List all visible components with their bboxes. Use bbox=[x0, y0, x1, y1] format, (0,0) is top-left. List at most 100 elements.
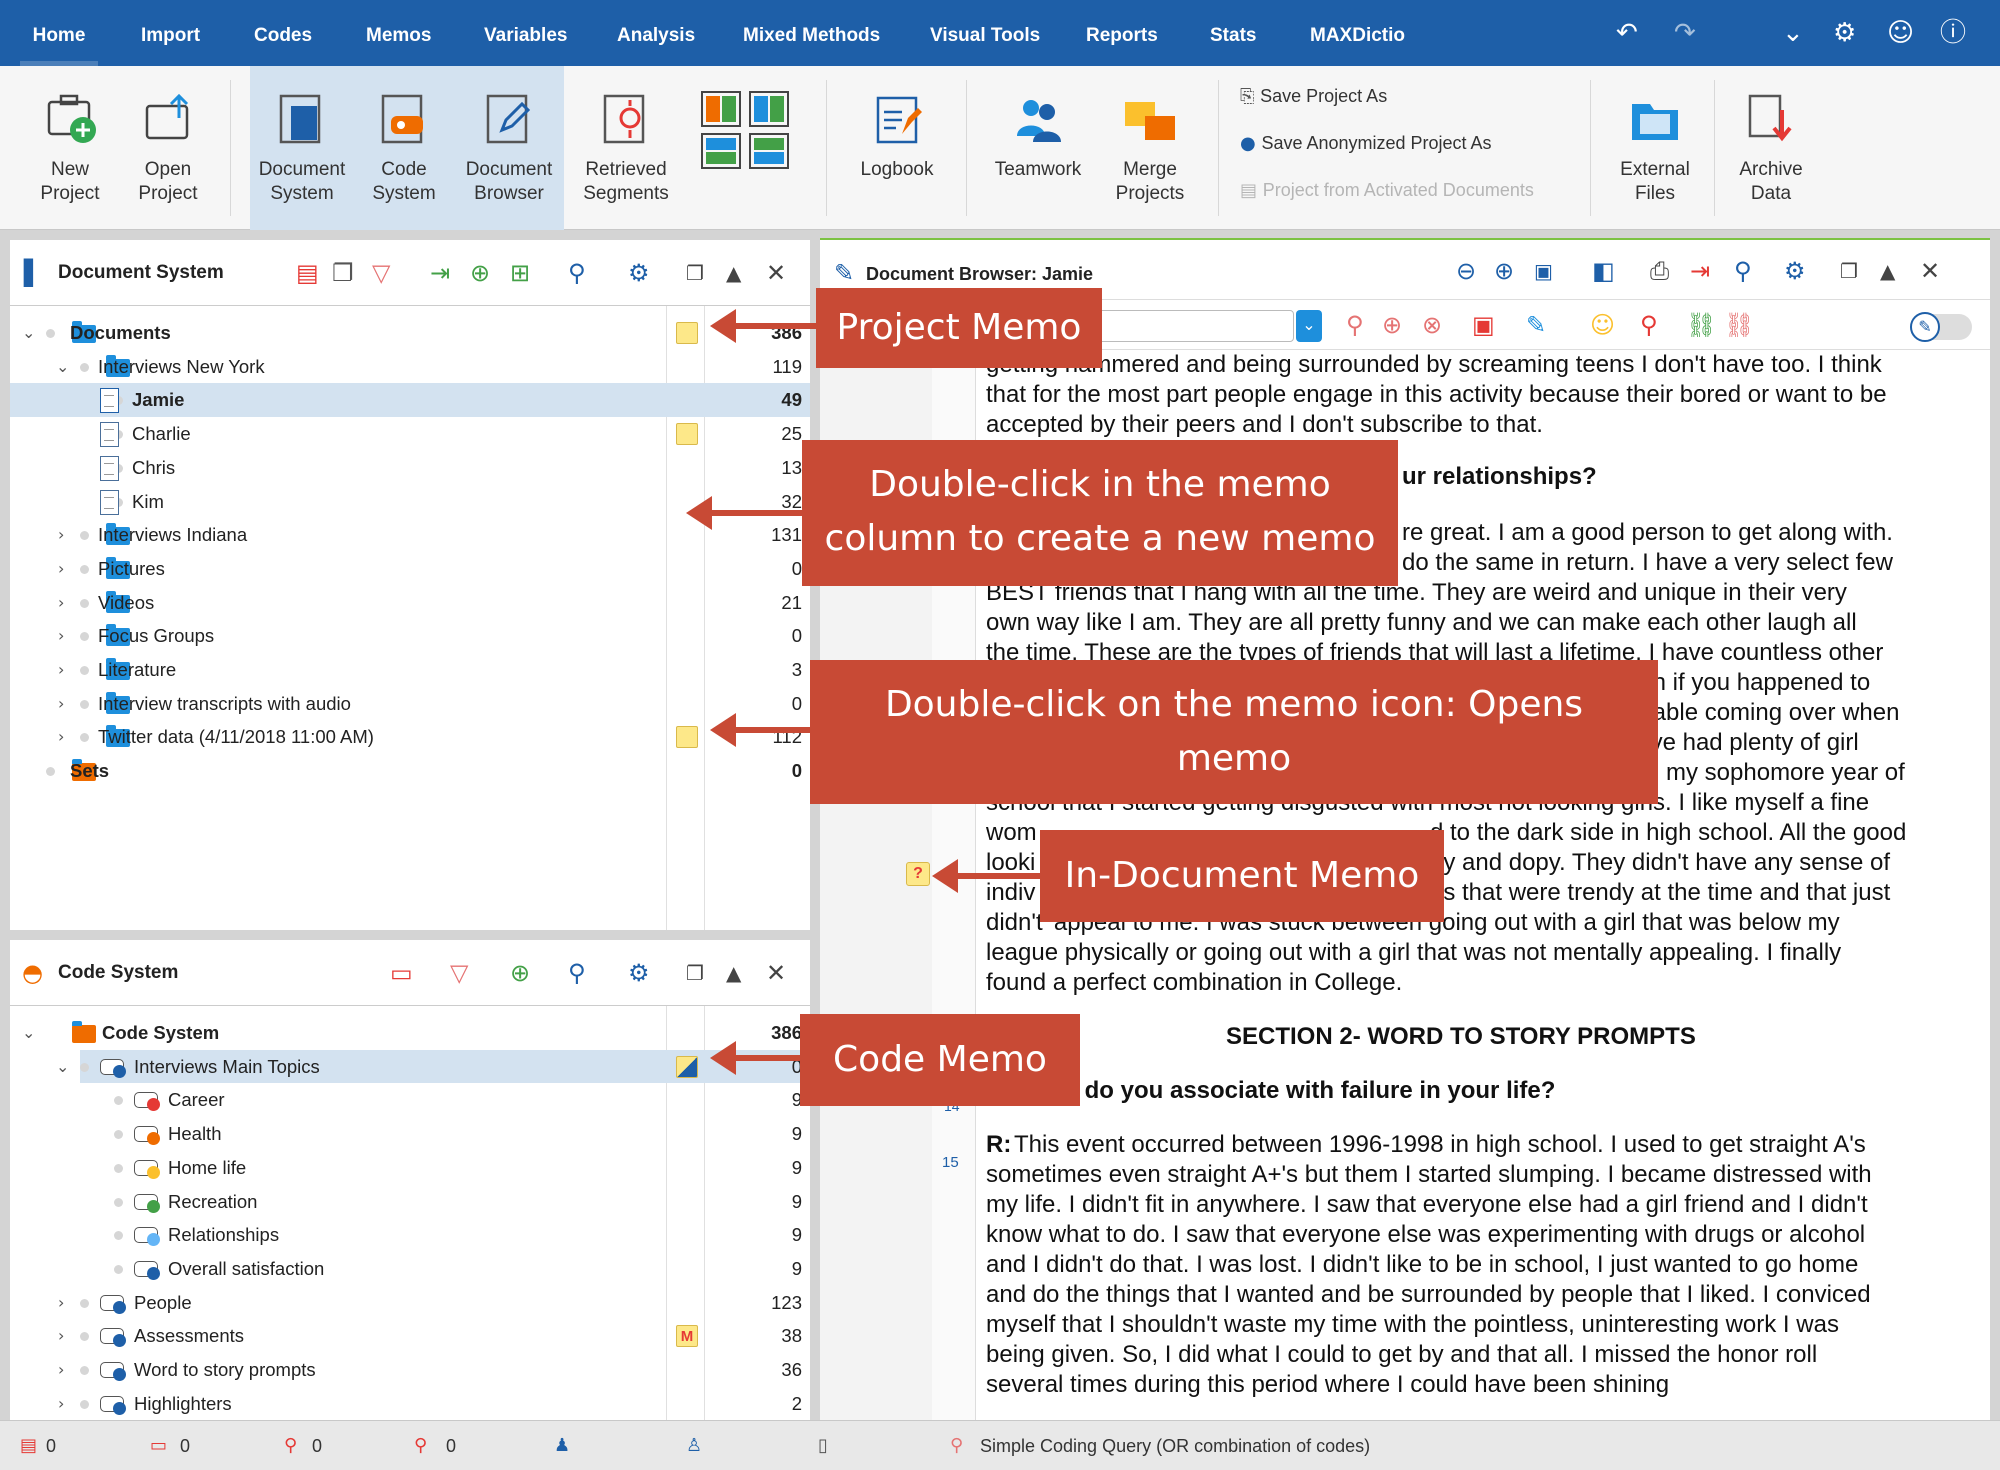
status-query[interactable]: Simple Coding Query (OR combination of c… bbox=[980, 1421, 1370, 1470]
split-view-icon[interactable]: ◧ bbox=[1592, 258, 1615, 284]
save-project-as-button[interactable]: ⎘ Save Project As bbox=[1240, 80, 1387, 112]
activation-dot[interactable] bbox=[80, 1366, 89, 1375]
chevron-right-icon[interactable]: › bbox=[58, 687, 64, 720]
chevron-down-icon[interactable]: ⌄ bbox=[56, 350, 69, 383]
activation-dot[interactable] bbox=[80, 598, 89, 608]
close-icon[interactable]: ✕ bbox=[766, 960, 786, 986]
chevron-down-icon[interactable]: ⌄ bbox=[1296, 310, 1322, 342]
code-row[interactable]: › Highlighters 2 bbox=[10, 1387, 810, 1421]
code-row[interactable]: Home life 9 bbox=[10, 1151, 810, 1185]
unlink-icon[interactable]: ⛓ bbox=[1724, 312, 1754, 338]
filter-icon[interactable]: ▽ bbox=[372, 260, 390, 286]
new-project-button[interactable]: New Project bbox=[30, 66, 110, 230]
undo-icon[interactable]: ↶ bbox=[1616, 18, 1638, 48]
code-dropdown[interactable] bbox=[1090, 310, 1294, 342]
document-row[interactable]: › Videos 21 bbox=[10, 586, 810, 620]
project-memo-icon[interactable] bbox=[676, 322, 698, 344]
document-root-row[interactable]: ⌄ Documents 386 bbox=[10, 316, 810, 350]
activation-dot[interactable] bbox=[80, 699, 89, 709]
copy-docs-icon[interactable]: ❐ bbox=[332, 260, 354, 286]
select-area-icon[interactable]: ▣ bbox=[1472, 312, 1495, 338]
chevron-right-icon[interactable]: › bbox=[58, 619, 64, 652]
code-icon[interactable]: ⚲ bbox=[1346, 312, 1364, 338]
tab-reports[interactable]: Reports bbox=[1086, 0, 1158, 66]
smiley-icon[interactable]: ☺ bbox=[1887, 18, 1914, 48]
chevron-right-icon[interactable]: › bbox=[58, 1387, 64, 1420]
code-row[interactable]: ⌄ Interviews Main Topics 0 bbox=[56, 1049, 810, 1084]
layout-grid-button[interactable] bbox=[692, 66, 802, 230]
document-row[interactable]: ⌄ Interviews New York 119 bbox=[10, 350, 810, 384]
search-icon[interactable]: ⚲ bbox=[568, 960, 586, 986]
chevron-right-icon[interactable]: › bbox=[58, 720, 64, 753]
gear-icon[interactable]: ⚙ bbox=[628, 960, 650, 986]
activation-dot[interactable] bbox=[114, 1163, 123, 1173]
document-browser-button[interactable]: Document Browser bbox=[454, 66, 564, 230]
tab-variables[interactable]: Variables bbox=[484, 0, 567, 66]
gear-icon[interactable]: ⚙ bbox=[1833, 18, 1856, 48]
code-row[interactable]: › People 123 bbox=[10, 1286, 810, 1320]
chevron-right-icon[interactable]: › bbox=[58, 586, 64, 619]
chevron-down-icon[interactable]: ⌄ bbox=[22, 316, 35, 349]
activation-dot[interactable] bbox=[80, 1062, 89, 1072]
memo-m-icon[interactable]: M bbox=[676, 1325, 698, 1348]
document-system-button[interactable]: Document System bbox=[250, 66, 354, 230]
tab-analysis[interactable]: Analysis bbox=[617, 0, 695, 66]
document-row[interactable]: › Twitter data (4/11/2018 11:00 AM) 112 bbox=[10, 720, 810, 754]
collapse-icon[interactable]: ▲ bbox=[726, 260, 741, 286]
redo-icon[interactable]: ↷ bbox=[1674, 18, 1696, 48]
tab-mixed-methods[interactable]: Mixed Methods bbox=[743, 0, 880, 66]
help-icon[interactable]: ⓘ bbox=[1940, 18, 1966, 48]
tab-visual-tools[interactable]: Visual Tools bbox=[930, 0, 1040, 66]
import-icon[interactable]: ⇥ bbox=[430, 260, 450, 286]
gear-icon[interactable]: ⚙ bbox=[1784, 258, 1806, 284]
collapse-icon[interactable]: ▲ bbox=[726, 960, 741, 986]
user-icon[interactable]: ♟ bbox=[554, 1421, 570, 1470]
logbook-button[interactable]: Logbook bbox=[846, 66, 948, 230]
activation-dot[interactable] bbox=[80, 632, 89, 642]
code-memo-icon[interactable] bbox=[676, 1055, 698, 1078]
gear-icon[interactable]: ⚙ bbox=[628, 260, 650, 286]
new-folder-icon[interactable]: ⊞ bbox=[510, 260, 530, 286]
tab-memos[interactable]: Memos bbox=[366, 0, 431, 66]
code-multi-icon[interactable]: ⊗ bbox=[1422, 312, 1442, 338]
document-row[interactable]: › Literature 3 bbox=[10, 653, 810, 687]
undock-icon[interactable]: ❐ bbox=[686, 260, 704, 286]
chevron-right-icon[interactable]: › bbox=[58, 653, 64, 686]
document-row[interactable]: › Pictures 0 bbox=[10, 552, 810, 586]
code-new-icon[interactable]: ⊕ bbox=[1382, 312, 1402, 338]
activation-dot[interactable] bbox=[80, 362, 89, 372]
activation-dot[interactable] bbox=[114, 1231, 123, 1241]
archive-data-button[interactable]: Archive Data bbox=[1724, 66, 1818, 230]
activation-dot[interactable] bbox=[80, 666, 89, 675]
document-row[interactable]: › Focus Groups 0 bbox=[10, 619, 810, 653]
code-row[interactable]: › Assessments M 38 bbox=[10, 1319, 810, 1353]
edit-mode-toggle[interactable]: ✎ bbox=[1910, 312, 1972, 342]
zoom-100-icon[interactable]: ▣ bbox=[1534, 258, 1553, 284]
code-row[interactable]: Relationships 9 bbox=[10, 1218, 810, 1252]
external-files-button[interactable]: External Files bbox=[1602, 66, 1708, 230]
save-anonymized-button[interactable]: ● Save Anonymized Project As bbox=[1240, 127, 1492, 159]
query-icon[interactable]: ⚲ bbox=[950, 1421, 963, 1470]
memo-icon[interactable] bbox=[676, 726, 698, 749]
collapse-icon[interactable]: ▲ bbox=[1880, 258, 1895, 284]
chevron-right-icon[interactable]: › bbox=[58, 1353, 64, 1386]
filter-icon[interactable]: ▽ bbox=[450, 960, 468, 986]
document-row[interactable]: Sets 0 bbox=[10, 754, 810, 788]
code-list-icon[interactable]: ▭ bbox=[390, 960, 413, 986]
chevron-down-icon[interactable]: ⌄ bbox=[1782, 18, 1804, 48]
activation-dot[interactable] bbox=[114, 1096, 123, 1106]
tab-import[interactable]: Import bbox=[141, 0, 200, 66]
print-icon[interactable]: ⎙ bbox=[1650, 258, 1669, 284]
chevron-right-icon[interactable]: › bbox=[58, 518, 64, 551]
activation-dot[interactable] bbox=[114, 1264, 123, 1274]
undock-icon[interactable]: ❐ bbox=[1840, 258, 1858, 284]
undo-coding-icon[interactable]: ⚲ bbox=[1640, 312, 1658, 338]
search-icon[interactable]: ⚲ bbox=[568, 260, 586, 286]
in-document-memo-icon[interactable]: ? bbox=[906, 862, 930, 886]
search-icon[interactable]: ⚲ bbox=[1734, 258, 1752, 284]
tab-stats[interactable]: Stats bbox=[1210, 0, 1256, 66]
open-project-button[interactable]: Open Project bbox=[124, 66, 212, 230]
highlighter-icon[interactable]: ✎ bbox=[1526, 312, 1546, 338]
zoom-in-icon[interactable]: ⊕ bbox=[1494, 258, 1514, 284]
activation-dot[interactable] bbox=[80, 531, 89, 541]
